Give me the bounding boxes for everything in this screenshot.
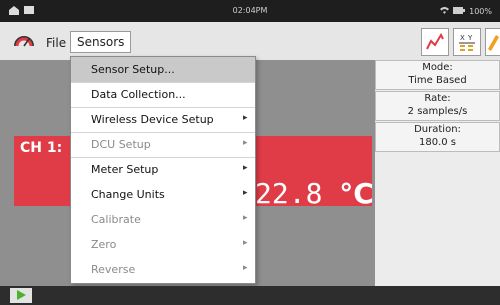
duration-label: Duration: xyxy=(414,124,461,135)
submenu-arrow-icon: ▸ xyxy=(243,188,248,198)
svg-text:X: X xyxy=(460,34,465,42)
menu-item-dcu-setup[interactable]: DCU Setup ▸ xyxy=(71,132,255,157)
clock: 02:04PM xyxy=(232,6,268,15)
rate-value: 2 samples/s xyxy=(407,106,468,117)
submenu-arrow-icon: ▸ xyxy=(243,163,248,173)
submenu-arrow-icon: ▸ xyxy=(243,138,248,148)
submenu-arrow-icon: ▸ xyxy=(243,238,248,248)
meter-value: 22.8 °C xyxy=(255,177,374,210)
menu-item-change-units[interactable]: Change Units ▸ xyxy=(71,182,255,207)
pencil-icon[interactable] xyxy=(485,28,500,56)
play-icon xyxy=(17,290,26,300)
duration-value: 180.0 s xyxy=(418,137,457,148)
mode-label: Mode: xyxy=(422,62,453,73)
submenu-arrow-icon: ▸ xyxy=(243,113,248,123)
rate-box[interactable]: Rate: 2 samples/s xyxy=(375,91,500,121)
wifi-icon xyxy=(440,6,450,16)
play-button[interactable] xyxy=(10,288,32,303)
collection-settings-panel: Mode: Time Based Rate: 2 samples/s Durat… xyxy=(375,60,500,286)
submenu-arrow-icon: ▸ xyxy=(243,213,248,223)
submenu-arrow-icon: ▸ xyxy=(243,263,248,273)
table-view-icon[interactable]: X Y xyxy=(453,28,481,56)
sensors-dropdown-menu: Sensor Setup... Data Collection... Wirel… xyxy=(70,56,256,284)
menu-item-wireless-device-setup[interactable]: Wireless Device Setup ▸ xyxy=(71,107,255,132)
menu-item-zero[interactable]: Zero ▸ xyxy=(71,232,255,257)
file-menu[interactable]: File xyxy=(46,36,66,50)
battery-percent: 100% xyxy=(469,6,492,16)
battery-icon xyxy=(453,6,466,16)
menu-item-reverse[interactable]: Reverse ▸ xyxy=(71,257,255,282)
mode-box[interactable]: Mode: Time Based xyxy=(375,60,500,90)
meter-reading: 22.8 xyxy=(255,177,340,210)
rate-label: Rate: xyxy=(424,93,451,104)
gauge-icon[interactable] xyxy=(12,30,36,52)
bottom-bar xyxy=(0,286,500,305)
graph-view-icon[interactable] xyxy=(421,28,449,56)
menu-item-meter-setup[interactable]: Meter Setup ▸ xyxy=(71,157,255,182)
menu-item-data-collection[interactable]: Data Collection... xyxy=(71,82,255,107)
svg-text:Y: Y xyxy=(467,34,473,42)
menu-item-sensor-setup[interactable]: Sensor Setup... xyxy=(71,57,255,82)
menu-item-calibrate[interactable]: Calibrate ▸ xyxy=(71,207,255,232)
duration-box[interactable]: Duration: 180.0 s xyxy=(375,122,500,152)
meter-unit: °C xyxy=(339,177,374,210)
channel-label: CH 1: xyxy=(20,140,63,156)
sensors-menu[interactable]: Sensors xyxy=(70,31,132,53)
mode-value: Time Based xyxy=(408,75,467,86)
status-bar: 02:04PM 100% xyxy=(0,0,500,22)
